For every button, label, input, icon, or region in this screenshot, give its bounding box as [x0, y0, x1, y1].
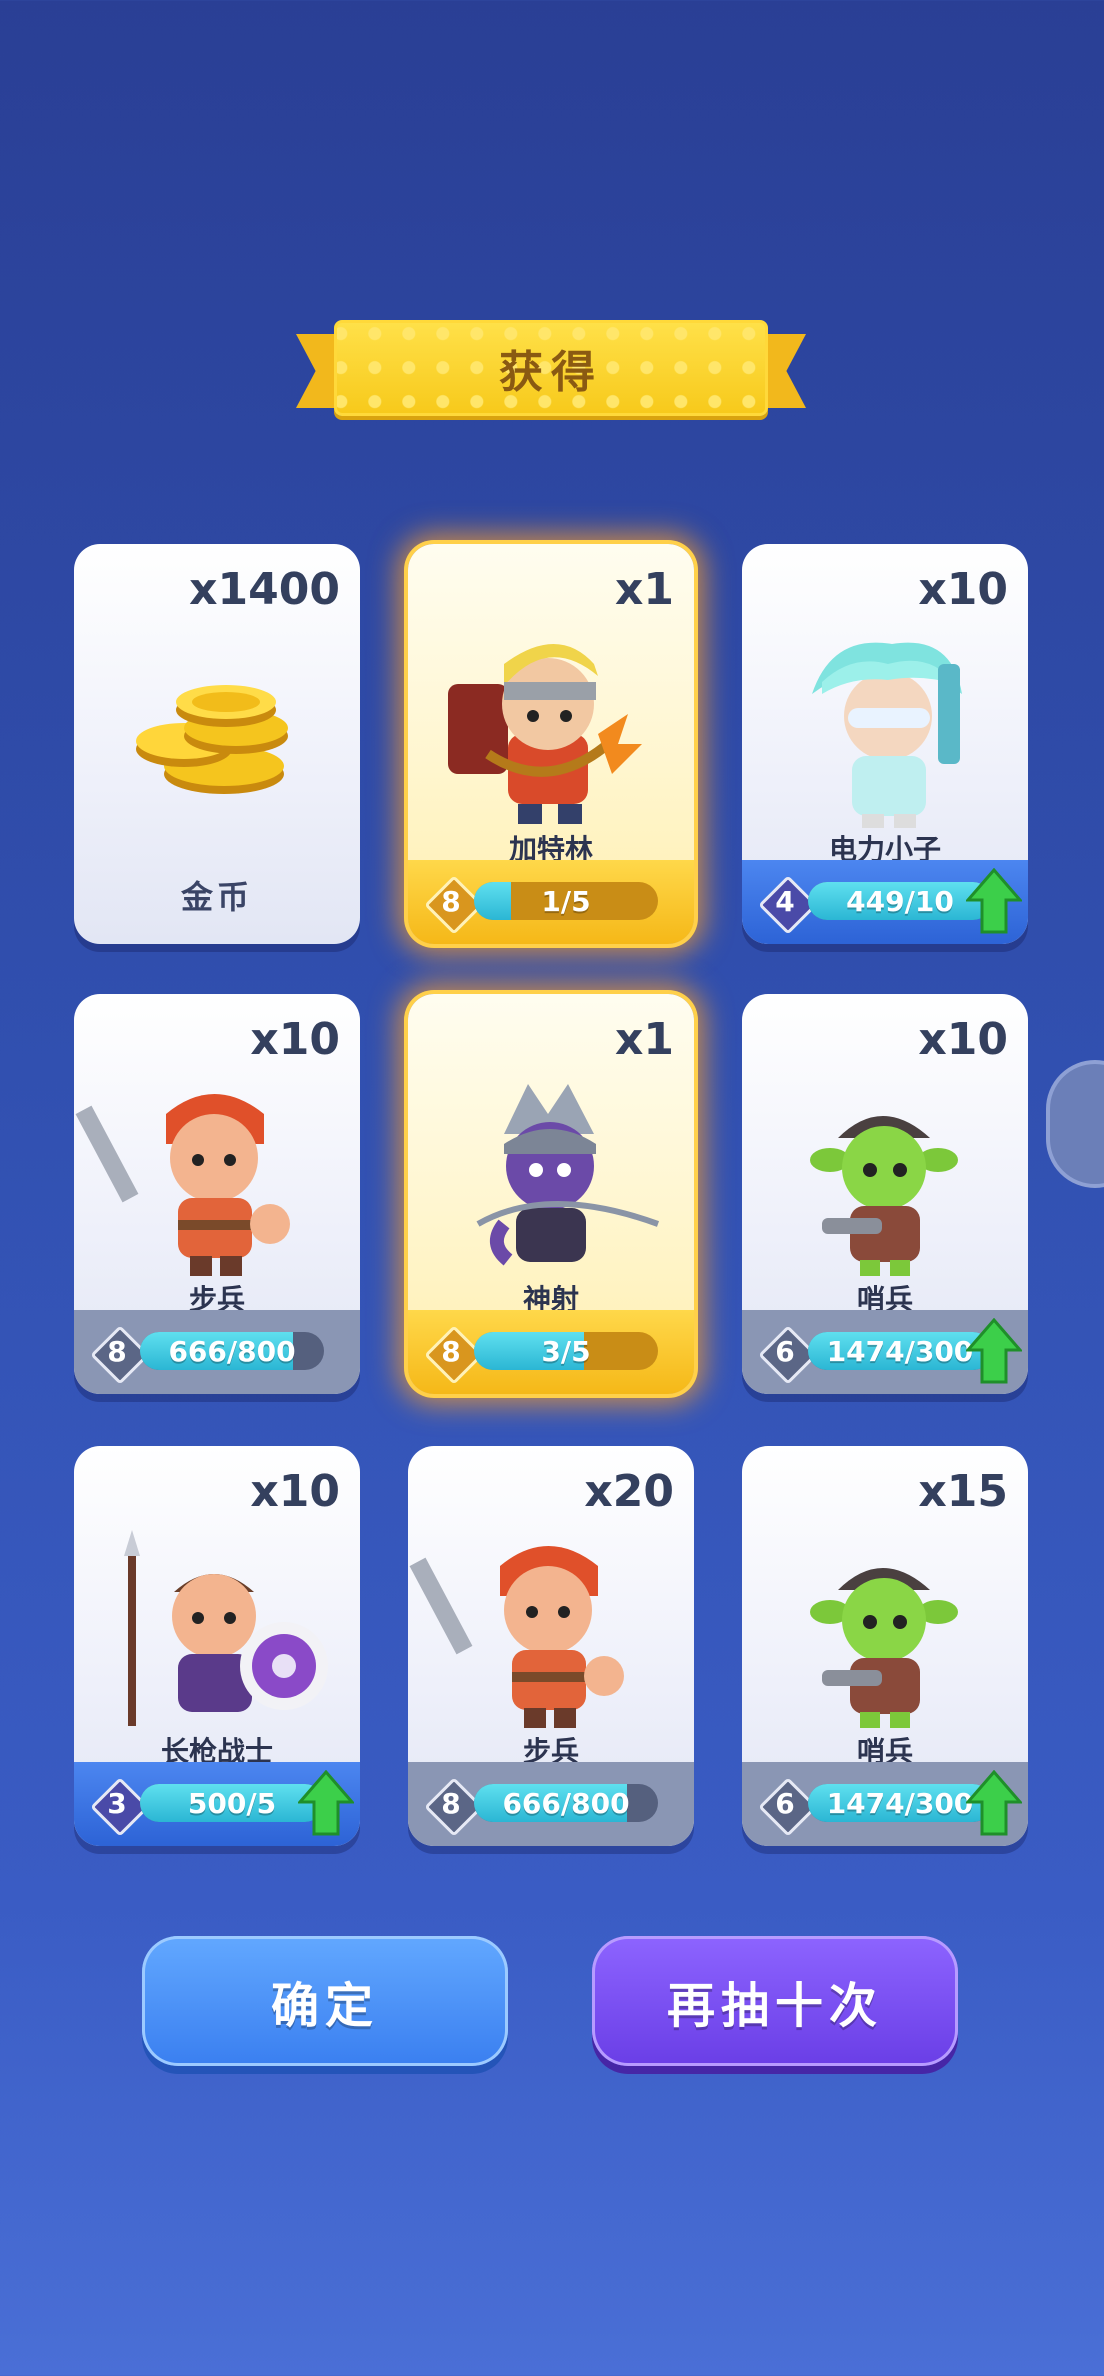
- reward-card-coin[interactable]: x1400 金币: [74, 544, 360, 944]
- upgrade-arrow-icon[interactable]: [964, 1769, 1024, 1836]
- draw-ten-again-button[interactable]: 再抽十次: [592, 1936, 958, 2066]
- infantry-hero-portrait: [74, 1074, 360, 1284]
- progress-track: 666/800: [140, 1332, 324, 1370]
- gatling-hero-portrait: [408, 624, 694, 834]
- progress-text: 1474/300: [826, 1335, 974, 1368]
- reward-quantity: x10: [250, 1014, 340, 1065]
- level-progress-bar: 8 666/800: [74, 1310, 360, 1394]
- reward-card-spearman[interactable]: x10 长枪战士 3 500/5: [74, 1446, 360, 1846]
- title-ribbon: 获得: [296, 320, 806, 416]
- upgrade-arrow-icon[interactable]: [296, 1769, 356, 1836]
- diamond-level-icon: 6: [758, 1325, 818, 1385]
- progress-text: 500/5: [187, 1787, 277, 1820]
- progress-track: 500/5: [140, 1784, 324, 1822]
- progress-text: 1/5: [541, 885, 591, 918]
- upgrade-arrow-icon[interactable]: [964, 1317, 1024, 1384]
- progress-text: 449/10: [846, 885, 954, 918]
- page-title: 获得: [499, 347, 603, 398]
- reward-card-infantry[interactable]: x10 步兵 8 666/800: [74, 994, 360, 1394]
- level-progress-bar: 6 1474/300: [742, 1310, 1028, 1394]
- progress-text: 1474/300: [826, 1787, 974, 1820]
- diamond-level-icon: 3: [90, 1777, 150, 1837]
- progress-text: 3/5: [541, 1335, 591, 1368]
- level-progress-bar: 8 1/5: [408, 860, 694, 944]
- reward-quantity: x1: [615, 564, 674, 615]
- diamond-level-icon: 8: [90, 1325, 150, 1385]
- side-panel-tab[interactable]: [1046, 1060, 1104, 1188]
- electro-kid-hero-portrait: [742, 624, 1028, 834]
- confirm-button[interactable]: 确定: [142, 1936, 508, 2066]
- reward-quantity: x1: [615, 1014, 674, 1065]
- diamond-level-icon: 6: [758, 1777, 818, 1837]
- sentry-hero-portrait: [742, 1074, 1028, 1284]
- level-progress-bar: 3 500/5: [74, 1762, 360, 1846]
- diamond-level-icon: 4: [758, 875, 818, 935]
- ribbon-band: 获得: [334, 320, 768, 416]
- progress-track: 3/5: [474, 1332, 658, 1370]
- upgrade-arrow-icon[interactable]: [964, 867, 1024, 934]
- level-progress-bar: 8 3/5: [408, 1310, 694, 1394]
- reward-quantity: x20: [584, 1466, 674, 1517]
- reward-quantity: x10: [918, 564, 1008, 615]
- reward-quantity: x10: [918, 1014, 1008, 1065]
- progress-track: 1/5: [474, 882, 658, 920]
- reward-card-electro-kid[interactable]: x10 电力小子 4 449/10: [742, 544, 1028, 944]
- reward-name: 金币: [180, 878, 253, 916]
- reward-card-gatling[interactable]: x1 加特林 8 1/5: [408, 544, 694, 944]
- progress-track: 666/800: [474, 1784, 658, 1822]
- reward-quantity: x10: [250, 1466, 340, 1517]
- reward-card-sentry[interactable]: x10 哨兵 6 1474/300: [742, 994, 1028, 1394]
- level-progress-bar: 4 449/10: [742, 860, 1028, 944]
- progress-track: 1474/300: [808, 1332, 992, 1370]
- diamond-level-icon: 8: [424, 1325, 484, 1385]
- progress-track: 1474/300: [808, 1784, 992, 1822]
- progress-text: 666/800: [168, 1335, 296, 1368]
- reward-quantity: x15: [918, 1466, 1008, 1517]
- sentry-hero-portrait: [742, 1526, 1028, 1736]
- diamond-level-icon: 8: [424, 875, 484, 935]
- marksman-hero-portrait: [408, 1074, 694, 1284]
- reward-card-marksman[interactable]: x1 神射 8 3/5: [408, 994, 694, 1394]
- level-progress-bar: 6 1474/300: [742, 1762, 1028, 1846]
- reward-card-sentry-2[interactable]: x15 哨兵 6 1474/300: [742, 1446, 1028, 1846]
- progress-track: 449/10: [808, 882, 992, 920]
- reward-quantity: x1400: [189, 564, 340, 615]
- progress-text: 666/800: [502, 1787, 630, 1820]
- level-progress-bar: 8 666/800: [408, 1762, 694, 1846]
- reward-card-infantry-2[interactable]: x20 步兵 8 666/800: [408, 1446, 694, 1846]
- infantry-hero-portrait: [408, 1526, 694, 1736]
- diamond-level-icon: 8: [424, 1777, 484, 1837]
- spearman-hero-portrait: [74, 1526, 360, 1736]
- coin-stack-icon: [74, 624, 360, 834]
